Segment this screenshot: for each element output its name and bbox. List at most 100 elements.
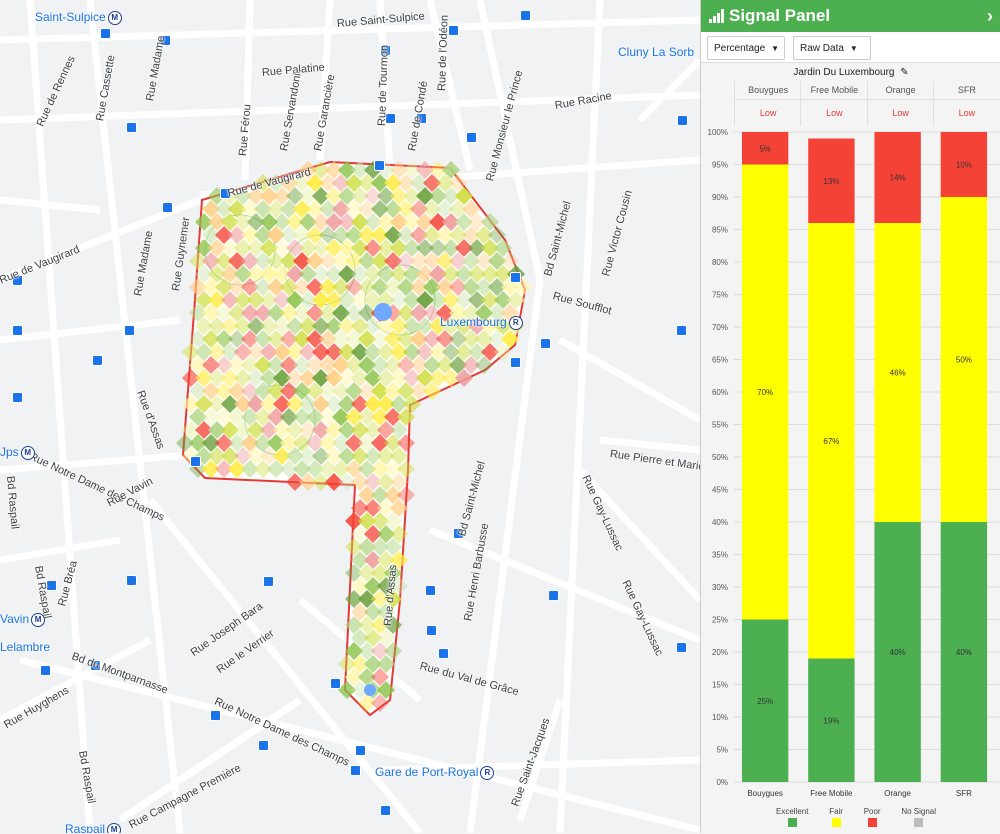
y-tick-label: 25% xyxy=(712,616,728,625)
carrier-name: SFR xyxy=(933,81,1000,100)
bus-stop-icon[interactable] xyxy=(540,338,551,349)
bus-stop-icon[interactable] xyxy=(40,665,51,676)
bar-value-label: 19% xyxy=(823,716,839,725)
metro-icon: R xyxy=(480,765,495,780)
bus-stop-icon[interactable] xyxy=(677,115,688,126)
legend-item: No Signal xyxy=(901,807,936,827)
stacked-bar-chart: 0% 5% 10% 15% 20% 25% 30% 35% 40% 45% 50% 55% 60% 65%… xyxy=(708,128,999,798)
data-select[interactable]: Raw Data ▼ xyxy=(793,36,871,60)
panel-controls: Percentage ▼ Raw Data ▼ xyxy=(701,32,1000,64)
bus-stop-icon[interactable] xyxy=(100,28,111,39)
bus-stop-icon[interactable] xyxy=(190,456,201,467)
y-tick-label: 35% xyxy=(712,551,728,560)
legend-swatch xyxy=(867,818,877,827)
bus-stop-icon[interactable] xyxy=(126,575,137,586)
bar-value-label: 40% xyxy=(956,648,972,657)
y-tick-label: 45% xyxy=(712,486,728,495)
chevron-right-icon[interactable]: › xyxy=(987,6,993,27)
bus-stop-icon[interactable] xyxy=(162,202,173,213)
poi-name: Gare de Port-Royal xyxy=(375,765,479,779)
signal-panel: Signal Panel › Percentage ▼ Raw Data ▼ 0… xyxy=(700,0,1000,834)
bus-stop-icon[interactable] xyxy=(92,355,103,366)
bus-stop-icon[interactable] xyxy=(548,590,559,601)
carrier-rating: Low xyxy=(892,108,909,118)
metro-icon: R xyxy=(508,315,523,330)
poi-label[interactable]: Saint-Sulpice M xyxy=(35,10,122,25)
y-tick-label: 40% xyxy=(712,518,728,527)
bus-stop-icon[interactable] xyxy=(124,325,135,336)
poi-label[interactable]: Raspail M xyxy=(65,822,122,833)
poi-label[interactable]: Luxembourg R xyxy=(440,315,523,330)
y-tick-label: 60% xyxy=(712,388,728,397)
pegman-icon[interactable] xyxy=(364,684,376,696)
legend-item: Excellent xyxy=(776,807,808,827)
location-marker-icon[interactable] xyxy=(374,303,392,321)
poi-label[interactable]: Vavin M xyxy=(0,612,46,627)
x-tick-label: SFR xyxy=(956,789,972,798)
poi-name: Vavin xyxy=(0,612,30,626)
carrier-column-header: Bouygues Low xyxy=(734,81,802,126)
bus-stop-icon[interactable] xyxy=(676,642,687,653)
y-tick-label: 0% xyxy=(716,778,728,787)
poi-label[interactable]: Cluny La Sorb xyxy=(618,45,694,59)
bus-stop-icon[interactable] xyxy=(12,325,23,336)
y-tick-label: 10% xyxy=(712,713,728,722)
bus-stop-icon[interactable] xyxy=(330,678,341,689)
bus-stop-icon[interactable] xyxy=(426,625,437,636)
bus-stop-icon[interactable] xyxy=(438,648,449,659)
poi-label[interactable]: Gare de Port-Royal R xyxy=(375,765,495,780)
bus-stop-icon[interactable] xyxy=(355,745,366,756)
poi-name: Jps xyxy=(0,445,19,459)
carrier-column-header: Free Mobile Low xyxy=(800,81,868,126)
bus-stop-icon[interactable] xyxy=(12,392,23,403)
data-select-value: Raw Data xyxy=(800,42,844,54)
panel-title: Signal Panel xyxy=(729,6,831,25)
y-tick-label: 20% xyxy=(712,648,728,657)
y-tick-label: 90% xyxy=(712,193,728,202)
legend-label: Poor xyxy=(863,807,881,816)
bus-stop-icon[interactable] xyxy=(520,10,531,21)
y-tick-label: 80% xyxy=(712,258,728,267)
metro-icon: M xyxy=(107,822,122,833)
bar-value-label: 67% xyxy=(823,437,839,446)
bus-stop-icon[interactable] xyxy=(210,710,221,721)
map-view[interactable]: Rue Saint-Sulpice Rue de Rennes Rue Casset… xyxy=(0,0,700,833)
map-canvas[interactable] xyxy=(0,0,700,833)
poi-name: Saint-Sulpice xyxy=(35,10,106,24)
mode-select[interactable]: Percentage ▼ xyxy=(707,36,785,60)
bus-stop-icon[interactable] xyxy=(258,740,269,751)
poi-name: Raspail xyxy=(65,822,106,833)
carrier-rating: Low xyxy=(826,108,843,118)
y-tick-label: 55% xyxy=(712,421,728,430)
y-tick-label: 70% xyxy=(712,323,728,332)
bus-stop-icon[interactable] xyxy=(374,160,385,171)
bus-stop-icon[interactable] xyxy=(126,122,137,133)
pencil-icon[interactable]: ✎ xyxy=(900,67,908,78)
bar-value-label: 5% xyxy=(759,144,771,153)
chart-legend: Excellent Fair Poor No Signal xyxy=(776,807,936,827)
poi-label[interactable]: Jps M xyxy=(0,445,35,460)
bus-stop-icon[interactable] xyxy=(380,805,391,816)
metro-icon: M xyxy=(31,612,46,627)
carrier-name: Free Mobile xyxy=(801,81,868,100)
bus-stop-icon[interactable] xyxy=(510,272,521,283)
bus-stop-icon[interactable] xyxy=(510,357,521,368)
bus-stop-icon[interactable] xyxy=(263,576,274,587)
bus-stop-icon[interactable] xyxy=(350,765,361,776)
carrier-name: Bouygues xyxy=(735,81,802,100)
y-tick-label: 75% xyxy=(712,291,728,300)
mode-select-value: Percentage xyxy=(714,42,766,54)
bus-stop-icon[interactable] xyxy=(466,132,477,143)
carrier-column-header: Orange Low xyxy=(866,81,934,126)
bus-stop-icon[interactable] xyxy=(425,585,436,596)
poi-label[interactable]: Lelambre xyxy=(0,640,50,654)
carrier-column-header: SFR Low xyxy=(932,81,1000,126)
legend-label: Fair xyxy=(829,807,843,816)
chevron-down-icon: ▼ xyxy=(771,43,780,53)
bus-stop-icon[interactable] xyxy=(676,325,687,336)
panel-header: Signal Panel › xyxy=(701,0,1000,32)
metro-icon: M xyxy=(107,10,122,25)
bar-value-label: 70% xyxy=(757,388,773,397)
y-tick-label: 95% xyxy=(712,161,728,170)
y-tick-label: 15% xyxy=(712,681,728,690)
